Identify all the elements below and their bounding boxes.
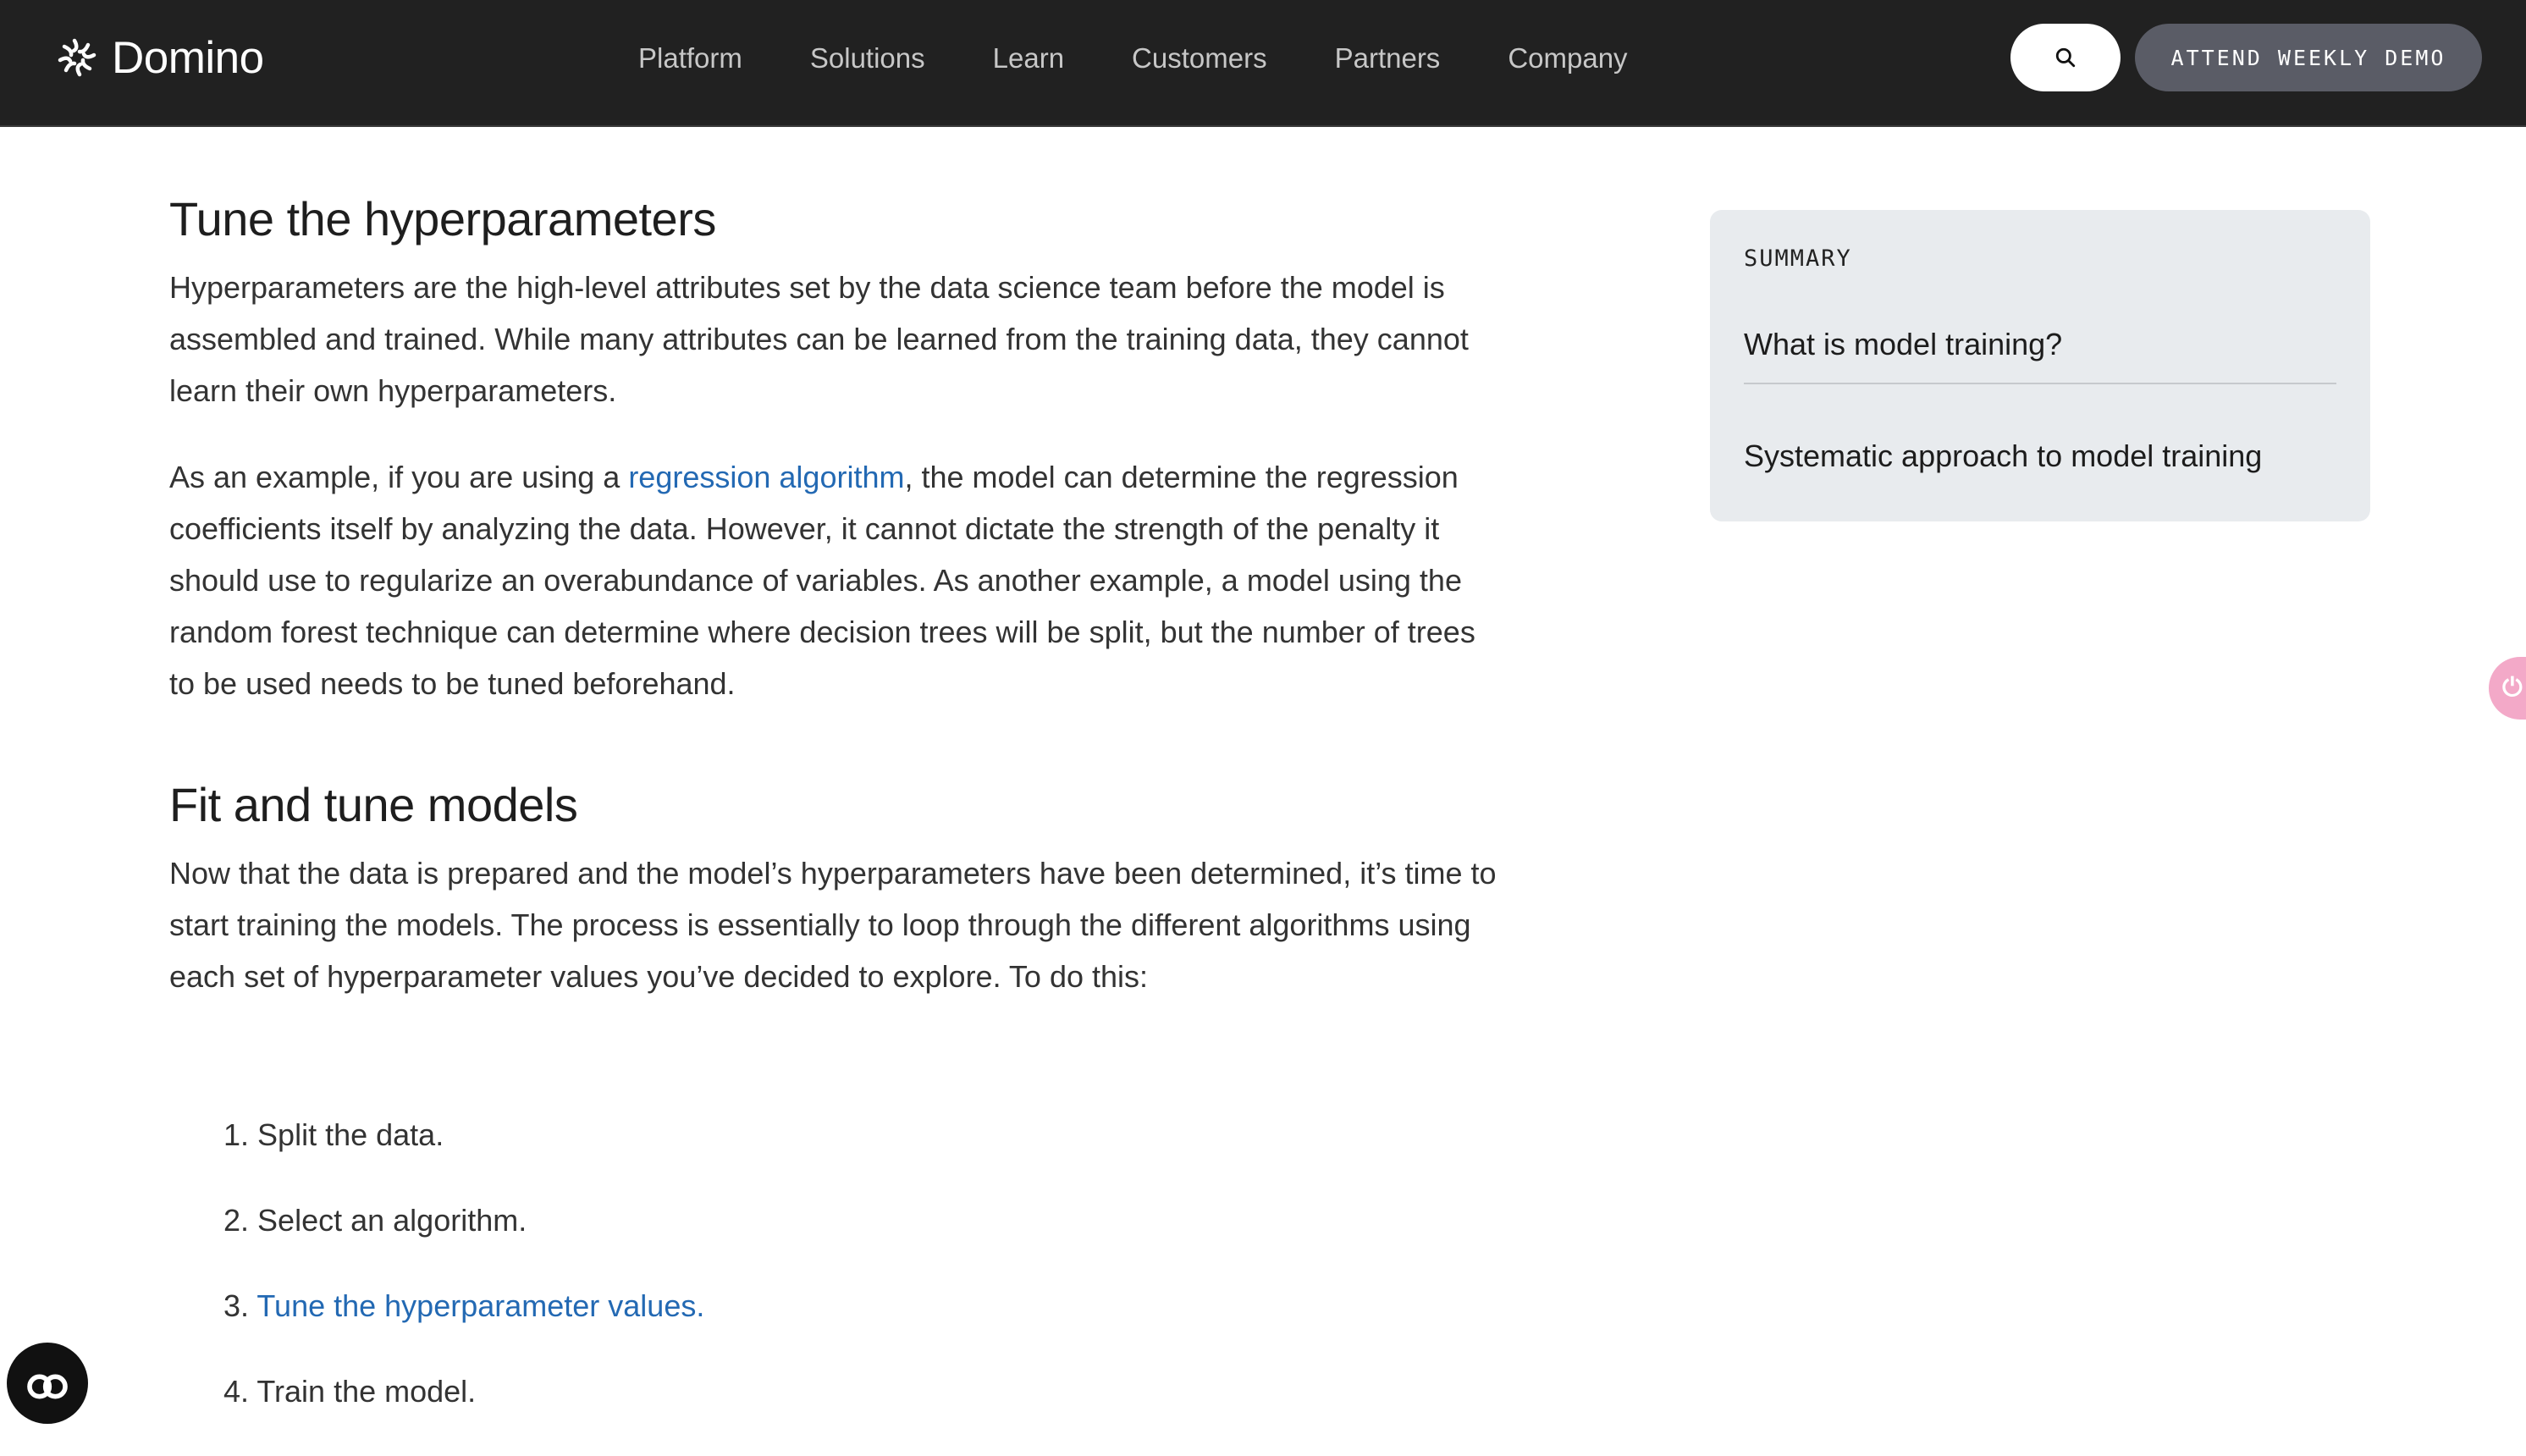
nav-item-partners[interactable]: Partners (1335, 37, 1441, 80)
brand-name: Domino (112, 32, 264, 83)
paragraph-text: As an example, if you are using a (169, 460, 629, 494)
training-steps-list: 1. Split the data. 2. Select an algorith… (223, 1114, 704, 1456)
section-title-fit-and-tune: Fit and tune models (169, 778, 578, 831)
accessibility-button[interactable] (7, 1343, 88, 1424)
attend-weekly-demo-button[interactable]: ATTEND WEEKLY DEMO (2135, 24, 2482, 91)
paragraph-fit-models: Now that the data is prepared and the mo… (169, 856, 1497, 994)
step-number: 3. (223, 1288, 250, 1323)
summary-link-what-is-model-training[interactable]: What is model training? (1744, 327, 2062, 362)
regression-algorithm-link[interactable]: regression algorithm (628, 460, 904, 494)
step-text: Select an algorithm. (257, 1203, 527, 1238)
paragraph-regression-example: As an example, if you are using a regres… (169, 451, 1507, 709)
step-text: Split the data. (257, 1117, 444, 1152)
nav-item-solutions[interactable]: Solutions (810, 37, 925, 80)
side-feedback-tab[interactable]: ⏻ (2489, 657, 2526, 720)
section-title-tune-hyperparameters: Tune the hyperparameters (169, 192, 716, 245)
brand-logo[interactable]: Domino (56, 29, 264, 86)
tune-hyperparameter-values-link[interactable]: Tune the hyperparameter values. (256, 1288, 704, 1323)
list-item: 1. Split the data. (223, 1114, 704, 1200)
list-item: 4. Train the model. (223, 1371, 704, 1456)
summary-link-systematic-approach[interactable]: Systematic approach to model training (1744, 438, 2262, 474)
summary-card: SUMMARY What is model training? Systemat… (1710, 210, 2370, 521)
article-content: Tune the hyperparameters Hyperparameters… (169, 191, 1507, 1002)
nav-item-platform[interactable]: Platform (638, 37, 742, 80)
top-navigation-bar: Domino Platform Solutions Learn Customer… (0, 0, 2526, 127)
nav-item-company[interactable]: Company (1508, 37, 1627, 80)
step-number: 1. (223, 1117, 250, 1152)
list-item: 2. Select an algorithm. (223, 1200, 704, 1285)
paragraph-hyperparameters-intro: Hyperparameters are the high-level attri… (169, 270, 1469, 408)
divider (1744, 383, 2336, 384)
nav-item-customers[interactable]: Customers (1132, 37, 1267, 80)
search-button[interactable] (2010, 24, 2121, 91)
step-text: Train the model. (256, 1374, 477, 1409)
step-number: 4. (223, 1374, 250, 1409)
search-icon (2055, 47, 2076, 68)
paragraph-text: , the model can determine the regression… (169, 460, 1475, 701)
domino-logo-icon (58, 38, 97, 77)
step-number: 2. (223, 1203, 250, 1238)
accessibility-icon (27, 1374, 68, 1399)
plug-icon: ⏻ (2502, 674, 2523, 702)
summary-heading: SUMMARY (1744, 245, 1852, 272)
list-item: 3. Tune the hyperparameter values. (223, 1285, 704, 1371)
main-menu: Platform Solutions Learn Customers Partn… (638, 37, 1628, 80)
nav-item-learn[interactable]: Learn (993, 37, 1064, 80)
